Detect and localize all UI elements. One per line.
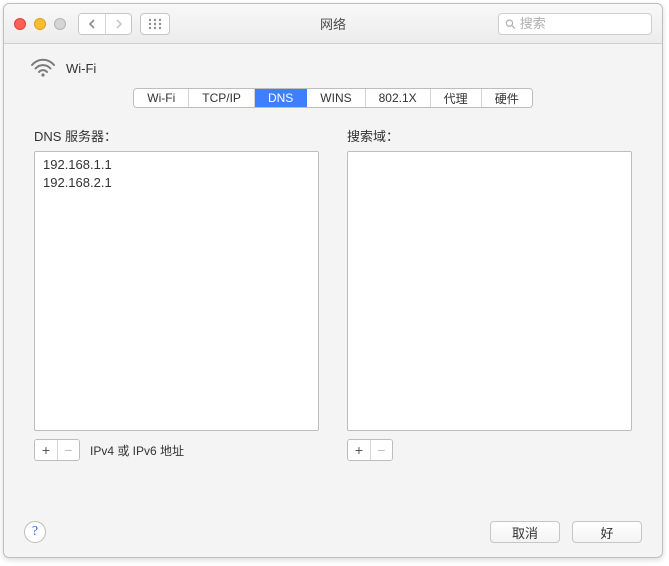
tab-wi-fi[interactable]: Wi-Fi bbox=[134, 89, 189, 107]
traffic-lights bbox=[14, 18, 66, 30]
preferences-window: 网络 Wi-Fi Wi-FiTCP/IPDNSWINS802.1X代理硬件 bbox=[3, 3, 663, 558]
dns-add-remove: + − bbox=[34, 439, 80, 461]
tab-wins[interactable]: WINS bbox=[307, 89, 365, 107]
interface-name: Wi-Fi bbox=[66, 61, 96, 76]
list-item[interactable]: 192.168.1.1 bbox=[43, 156, 310, 174]
action-buttons: 取消 好 bbox=[490, 521, 642, 543]
searchdomain-add-button[interactable]: + bbox=[348, 440, 370, 460]
search-domains-list[interactable] bbox=[347, 151, 632, 431]
list-item[interactable]: 192.168.2.1 bbox=[43, 174, 310, 192]
nav-back-forward bbox=[78, 13, 132, 35]
forward-button[interactable] bbox=[105, 14, 131, 34]
dns-servers-panel: DNS 服务器： 192.168.1.1192.168.2.1 + − IPv4… bbox=[34, 126, 319, 461]
search-icon bbox=[505, 18, 516, 30]
search-field[interactable] bbox=[498, 13, 652, 35]
tab--[interactable]: 硬件 bbox=[482, 89, 532, 107]
minimize-window-button[interactable] bbox=[34, 18, 46, 30]
tab-bar: Wi-FiTCP/IPDNSWINS802.1X代理硬件 bbox=[24, 88, 642, 108]
tab-tcp-ip[interactable]: TCP/IP bbox=[189, 89, 255, 107]
grid-icon bbox=[148, 18, 162, 30]
wifi-icon bbox=[30, 58, 56, 78]
tab-dns[interactable]: DNS bbox=[255, 89, 307, 107]
searchdomain-add-remove: + − bbox=[347, 439, 393, 461]
bottom-row: ? 取消 好 bbox=[24, 521, 642, 543]
tab--[interactable]: 代理 bbox=[431, 89, 482, 107]
window-title: 网络 bbox=[320, 14, 346, 33]
search-domains-panel: 搜索域： + − bbox=[347, 126, 632, 461]
close-window-button[interactable] bbox=[14, 18, 26, 30]
dns-remove-button[interactable]: − bbox=[57, 440, 79, 460]
panels: DNS 服务器： 192.168.1.1192.168.2.1 + − IPv4… bbox=[24, 126, 642, 461]
chevron-right-icon bbox=[115, 19, 123, 29]
cancel-button[interactable]: 取消 bbox=[490, 521, 560, 543]
help-button[interactable]: ? bbox=[24, 521, 46, 543]
dns-servers-list[interactable]: 192.168.1.1192.168.2.1 bbox=[34, 151, 319, 431]
ok-button[interactable]: 好 bbox=[572, 521, 642, 543]
dns-servers-label: DNS 服务器： bbox=[34, 126, 319, 145]
dns-add-button[interactable]: + bbox=[35, 440, 57, 460]
back-button[interactable] bbox=[79, 14, 105, 34]
search-domains-label: 搜索域： bbox=[347, 126, 632, 145]
searchdomain-remove-button[interactable]: − bbox=[370, 440, 392, 460]
zoom-window-button[interactable] bbox=[54, 18, 66, 30]
chevron-left-icon bbox=[88, 19, 96, 29]
tab-802-1x[interactable]: 802.1X bbox=[366, 89, 431, 107]
search-input[interactable] bbox=[520, 16, 645, 31]
interface-header: Wi-Fi bbox=[24, 58, 642, 78]
content-area: Wi-Fi Wi-FiTCP/IPDNSWINS802.1X代理硬件 DNS 服… bbox=[4, 44, 662, 473]
dns-footer-hint: IPv4 或 IPv6 地址 bbox=[90, 442, 184, 459]
toolbar: 网络 bbox=[4, 4, 662, 44]
show-all-prefs-button[interactable] bbox=[140, 13, 170, 35]
